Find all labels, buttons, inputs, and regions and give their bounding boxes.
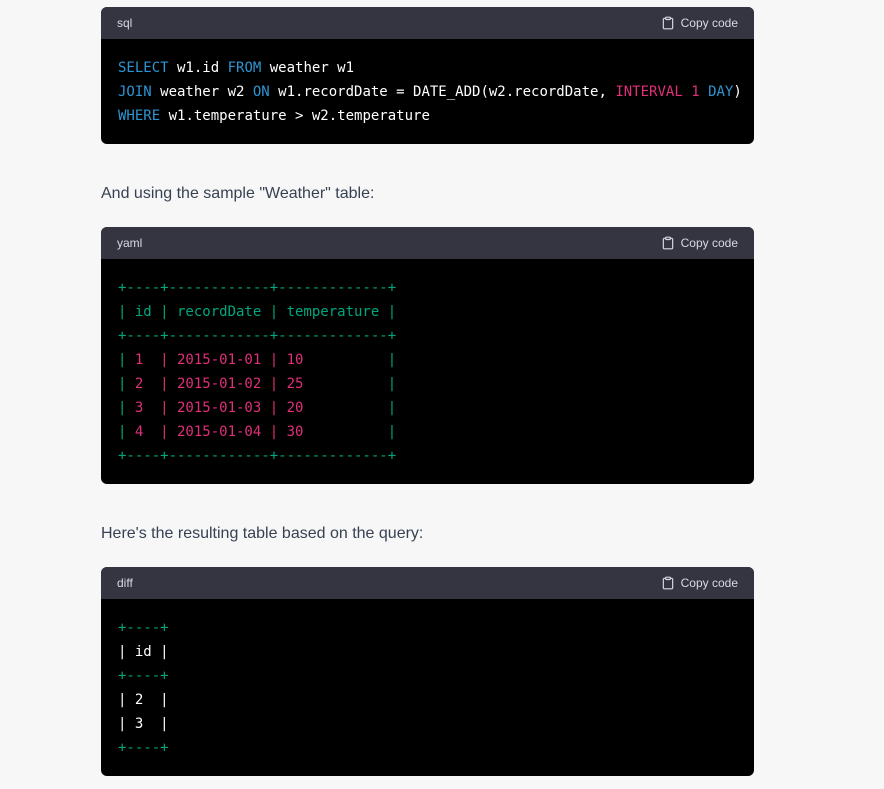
code-token: FROM [227, 60, 262, 76]
code-block-header: diff Copy code [101, 567, 754, 599]
code-token: 2 | 2015-01-02 | 25 [134, 376, 304, 392]
code-token: ON [252, 84, 270, 100]
copy-code-button[interactable]: Copy code [661, 236, 738, 250]
code-line: | 2 | [118, 688, 738, 712]
code-token: | 3 | [118, 716, 169, 732]
code-line: | 2 | 2015-01-02 | 25 | [118, 372, 738, 396]
code-token: | [118, 376, 135, 392]
code-token: 3 | 2015-01-03 | 20 [134, 400, 304, 416]
code-token: JOIN [118, 84, 152, 100]
code-token: | [303, 424, 397, 440]
code-token: | [303, 352, 397, 368]
code-line: +----+ [118, 664, 738, 688]
code-language-label: yaml [117, 236, 143, 250]
code-line: | id | recordDate | temperature | [118, 300, 738, 324]
code-token: | [303, 400, 397, 416]
copy-code-label: Copy code [680, 236, 738, 250]
copy-code-label: Copy code [680, 576, 738, 590]
code-token: +----+ [118, 740, 169, 756]
code-token: w1.temperature > w2.temperature [160, 108, 430, 124]
code-block-diff: diff Copy code +----+ | id | +----+ | 2 | | … [101, 567, 754, 776]
code-body: +----+ | id | +----+ | 2 | | 3 | +----+ [101, 599, 754, 776]
code-token: weather w1 [261, 60, 355, 76]
copy-code-button[interactable]: Copy code [661, 16, 738, 30]
code-token: +----+ [118, 620, 169, 636]
clipboard-icon [661, 236, 675, 250]
code-token: | 2 | [118, 692, 169, 708]
clipboard-icon [661, 576, 675, 590]
copy-code-label: Copy code [680, 16, 738, 30]
code-block-yaml: yaml Copy code +----+------------+------… [101, 227, 754, 484]
clipboard-icon [661, 16, 675, 30]
code-line: | 1 | 2015-01-01 | 10 | [118, 348, 738, 372]
copy-code-button[interactable]: Copy code [661, 576, 738, 590]
code-token: | id | [118, 644, 169, 660]
code-line: +----+ [118, 736, 738, 760]
code-block-sql: sql Copy code SELECT w1.id FROM weather … [101, 7, 754, 144]
code-token: w1.recordDate = DATE_ADD(w2.recordDate, [269, 84, 616, 100]
code-line: +----+ [118, 616, 738, 640]
code-line: +----+------------+-------------+ [118, 276, 738, 300]
code-line: WHERE w1.temperature > w2.temperature [118, 104, 738, 128]
code-line: | 3 | 2015-01-03 | 20 | [118, 396, 738, 420]
code-line: SELECT w1.id FROM weather w1 [118, 56, 738, 80]
code-token: | [118, 352, 135, 368]
code-token: +----+ [118, 668, 169, 684]
code-body: SELECT w1.id FROM weather w1 JOIN weather… [101, 39, 754, 144]
code-token: DAY [708, 84, 734, 100]
code-token: INTERVAL [615, 84, 683, 100]
code-token: | [303, 376, 397, 392]
code-token: | [118, 400, 135, 416]
code-line: JOIN weather w2 ON w1.recordDate = DATE_… [118, 80, 742, 104]
code-token: WHERE [118, 108, 161, 124]
code-token: | [118, 424, 135, 440]
code-line: | 4 | 2015-01-04 | 30 | [118, 420, 738, 444]
code-line: | 3 | [118, 712, 738, 736]
prose-intro-result: Here's the resulting table based on the … [101, 525, 424, 542]
code-token: ) [733, 84, 742, 100]
code-token: | id | recordDate | temperature | [118, 304, 397, 320]
code-token: 1 [691, 84, 700, 100]
code-line: +----+------------+-------------+ [118, 324, 738, 348]
code-body: +----+------------+-------------+ | id | … [101, 259, 754, 484]
code-block-header: sql Copy code [101, 7, 754, 39]
code-language-label: diff [117, 576, 133, 590]
code-line: +----+------------+-------------+ [118, 444, 738, 468]
code-token: weather w2 [151, 84, 253, 100]
code-token: +----+------------+-------------+ [118, 448, 397, 464]
code-language-label: sql [117, 16, 133, 30]
code-line: | id | [118, 640, 738, 664]
code-token: 1 | 2015-01-01 | 10 [134, 352, 304, 368]
code-token: SELECT [118, 60, 169, 76]
code-token: +----+------------+-------------+ [118, 328, 397, 344]
code-block-header: yaml Copy code [101, 227, 754, 259]
code-token: 4 | 2015-01-04 | 30 [134, 424, 304, 440]
prose-intro-sample: And using the sample "Weather" table: [101, 185, 375, 202]
code-token: w1.id [168, 60, 228, 76]
code-token: +----+------------+-------------+ [118, 280, 397, 296]
